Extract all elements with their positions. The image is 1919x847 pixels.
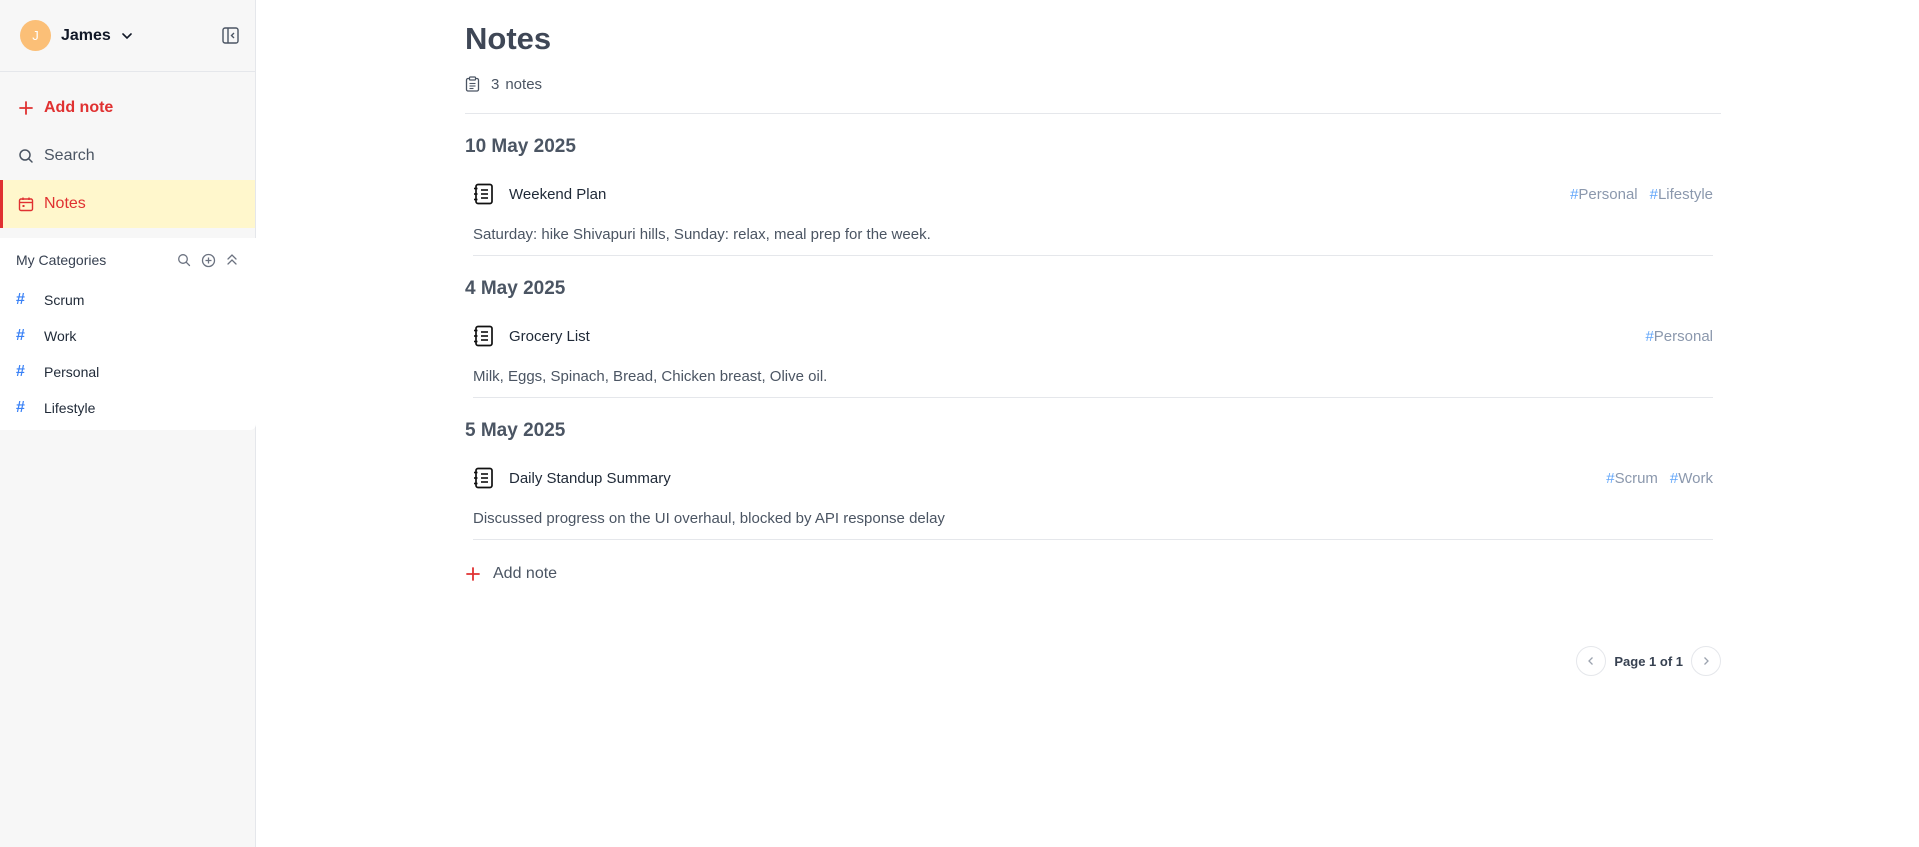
note-tags: #Scrum #Work	[1606, 470, 1713, 487]
notebook-icon	[473, 325, 495, 347]
sidebar-item-label: Notes	[44, 195, 86, 212]
note-item[interactable]: Grocery List #Personal Milk, Eggs, Spina…	[473, 316, 1713, 398]
notes-count-value: 3	[491, 75, 500, 93]
tag-personal[interactable]: #Personal	[1570, 186, 1638, 203]
hash-icon: #	[16, 291, 25, 308]
clipboard-icon	[465, 76, 481, 92]
sidebar-item-add-note[interactable]: Add note	[0, 84, 255, 132]
note-item[interactable]: Daily Standup Summary #Scrum #Work Discu…	[473, 458, 1713, 540]
categories-panel: My Categories # Scrum # Work # Personal …	[0, 238, 256, 430]
sidebar: J James Add note Search Notes My Categor…	[0, 0, 256, 847]
tag-lifestyle[interactable]: #Lifestyle	[1650, 186, 1713, 203]
sidebar-item-label: Add note	[44, 99, 114, 116]
search-icon[interactable]	[176, 252, 192, 268]
note-header: Daily Standup Summary #Scrum #Work	[473, 458, 1713, 498]
notebook-icon	[473, 467, 495, 489]
note-title-wrap: Grocery List	[473, 325, 590, 347]
main-content: Notes 3 notes 10 May 2025 Weekend Plan #…	[256, 0, 1919, 847]
calendar-icon	[17, 195, 35, 213]
notes-count: 3 notes	[465, 69, 1721, 99]
group-date: 5 May 2025	[465, 420, 566, 441]
user-menu[interactable]: J James	[0, 0, 255, 72]
sidebar-item-notes[interactable]: Notes	[0, 180, 255, 228]
note-title: Daily Standup Summary	[509, 469, 671, 487]
note-tags: #Personal	[1645, 328, 1713, 345]
note-title-wrap: Weekend Plan	[473, 183, 606, 205]
group-date: 4 May 2025	[465, 278, 566, 299]
hash-icon: #	[16, 399, 25, 416]
category-item-work[interactable]: # Work	[0, 318, 256, 354]
avatar: J	[20, 20, 51, 51]
user-name: James	[61, 26, 111, 44]
category-item-lifestyle[interactable]: # Lifestyle	[0, 390, 256, 426]
note-title: Weekend Plan	[509, 185, 607, 203]
notebook-icon	[473, 183, 495, 205]
plus-icon	[465, 565, 483, 583]
category-item-scrum[interactable]: # Scrum	[0, 282, 256, 318]
chevron-down-icon	[121, 30, 133, 42]
category-label: Personal	[44, 364, 100, 380]
note-body: Discussed progress on the UI overhaul, b…	[473, 510, 945, 527]
search-icon	[17, 147, 35, 165]
sidebar-nav: Add note Search Notes	[0, 72, 255, 228]
plus-icon	[17, 99, 35, 117]
note-group: 10 May 2025 Weekend Plan #Personal #Life…	[465, 114, 1721, 256]
categories-title: My Categories	[16, 252, 107, 268]
category-item-personal[interactable]: # Personal	[0, 354, 256, 390]
category-label: Scrum	[44, 292, 85, 308]
note-group: 5 May 2025 Daily Standup Summary #Scrum …	[465, 398, 1721, 540]
add-circle-icon[interactable]	[200, 252, 216, 268]
category-label: Work	[44, 328, 77, 344]
sidebar-collapse-icon[interactable]	[221, 26, 239, 44]
tag-scrum[interactable]: #Scrum	[1606, 470, 1658, 487]
pagination: Page 1 of 1	[1576, 646, 1721, 676]
notes-count-label: notes	[505, 75, 543, 93]
chevron-left-icon	[1588, 657, 1594, 665]
add-note-button[interactable]: Add note	[465, 556, 1721, 592]
note-item[interactable]: Weekend Plan #Personal #Lifestyle Saturd…	[473, 174, 1713, 256]
note-title: Grocery List	[509, 327, 590, 345]
note-header: Weekend Plan #Personal #Lifestyle	[473, 174, 1713, 214]
tag-work[interactable]: #Work	[1670, 470, 1713, 487]
hash-icon: #	[16, 327, 25, 344]
collapse-up-icon[interactable]	[224, 252, 240, 268]
next-page-button[interactable]	[1691, 646, 1721, 676]
sidebar-item-search[interactable]: Search	[0, 132, 255, 180]
page-indicator: Page 1 of 1	[1614, 653, 1683, 669]
prev-page-button[interactable]	[1576, 646, 1607, 676]
categories-actions	[176, 252, 240, 268]
chevron-right-icon	[1704, 657, 1709, 665]
note-title-wrap: Daily Standup Summary	[473, 467, 671, 489]
group-date: 10 May 2025	[465, 136, 576, 157]
tag-personal[interactable]: #Personal	[1645, 328, 1713, 345]
hash-icon: #	[16, 363, 25, 380]
note-header: Grocery List #Personal	[473, 316, 1713, 356]
note-body: Saturday: hike Shivapuri hills, Sunday: …	[473, 226, 931, 243]
sidebar-item-label: Search	[44, 147, 95, 164]
category-label: Lifestyle	[44, 400, 96, 416]
note-group: 4 May 2025 Grocery List #Personal Milk, …	[465, 256, 1721, 398]
categories-header: My Categories	[0, 238, 256, 282]
add-note-label: Add note	[493, 565, 558, 582]
notes-container: Notes 3 notes 10 May 2025 Weekend Plan #…	[465, 0, 1721, 676]
note-body: Milk, Eggs, Spinach, Bread, Chicken brea…	[473, 368, 828, 385]
page-title: Notes	[465, 21, 552, 56]
app: J James Add note Search Notes My Categor…	[0, 0, 1919, 847]
note-tags: #Personal #Lifestyle	[1570, 186, 1713, 203]
